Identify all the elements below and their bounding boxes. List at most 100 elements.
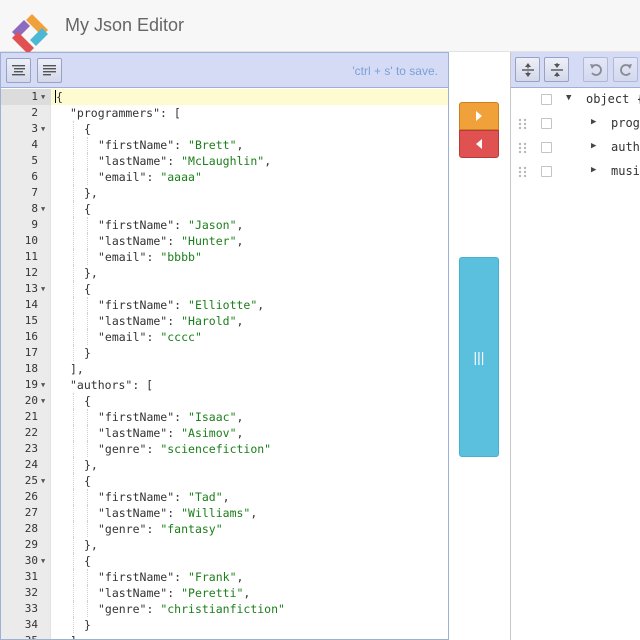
expand-all-button[interactable] bbox=[515, 57, 540, 82]
indent-guide bbox=[87, 249, 88, 265]
copy-to-tree-button[interactable] bbox=[459, 102, 499, 130]
code-content: { bbox=[84, 393, 91, 409]
tree-node-label: prog bbox=[611, 116, 640, 130]
copy-to-code-button[interactable] bbox=[459, 130, 499, 158]
expand-triangle-icon[interactable]: ▶ bbox=[591, 117, 596, 127]
line-number: 26 bbox=[24, 490, 38, 503]
drag-handle-icon[interactable] bbox=[518, 142, 528, 154]
code-line: 4 "firstName": "Brett", bbox=[1, 137, 448, 153]
code-content: "firstName": "Jason", bbox=[98, 217, 243, 233]
code-content: { bbox=[84, 121, 91, 137]
code-content: } bbox=[84, 617, 91, 633]
indent-guide bbox=[73, 185, 74, 201]
drag-handle-icon[interactable] bbox=[518, 118, 528, 130]
context-menu-button[interactable] bbox=[541, 142, 552, 153]
redo-button[interactable] bbox=[613, 57, 638, 82]
json-punctuation: : bbox=[146, 250, 161, 264]
context-menu-button[interactable] bbox=[541, 166, 552, 177]
line-number: 16 bbox=[24, 330, 38, 343]
context-menu-button[interactable] bbox=[541, 118, 552, 129]
fold-toggle-icon[interactable]: ▼ bbox=[41, 121, 49, 137]
code-line: 16 "email": "cccc" bbox=[1, 329, 448, 345]
json-punctuation: : bbox=[174, 138, 189, 152]
line-number: 17 bbox=[24, 346, 38, 359]
json-punctuation: }, bbox=[84, 458, 98, 472]
compact-button[interactable] bbox=[37, 58, 62, 83]
undo-button[interactable] bbox=[583, 57, 608, 82]
json-key: "firstName" bbox=[98, 298, 175, 312]
fold-toggle-icon[interactable]: ▼ bbox=[41, 201, 49, 217]
context-menu-button[interactable] bbox=[541, 94, 552, 105]
code-line: 21 "firstName": "Isaac", bbox=[1, 409, 448, 425]
indent-guide bbox=[73, 601, 74, 617]
json-key: "lastName" bbox=[98, 506, 168, 520]
line-number: 12 bbox=[24, 266, 38, 279]
code-line: 23 "genre": "sciencefiction" bbox=[1, 441, 448, 457]
json-string-value: "Peretti" bbox=[181, 586, 244, 600]
indent-guide bbox=[87, 425, 88, 441]
indent-guide bbox=[73, 297, 74, 313]
caret-right-icon bbox=[476, 111, 482, 121]
indent-guide bbox=[73, 521, 74, 537]
fold-toggle-icon[interactable]: ▼ bbox=[41, 393, 49, 409]
indent-guide bbox=[87, 153, 88, 169]
code-editor-toolbar: 'ctrl + s' to save. bbox=[1, 53, 448, 88]
code-content: }, bbox=[84, 537, 98, 553]
json-punctuation: { bbox=[84, 202, 91, 216]
line-number: 32 bbox=[24, 586, 38, 599]
json-key: "genre" bbox=[98, 522, 147, 536]
json-punctuation: : bbox=[146, 602, 161, 616]
indent-guide bbox=[73, 249, 74, 265]
tree-node-root[interactable]: ▼ object { bbox=[511, 88, 640, 112]
json-punctuation: , bbox=[236, 426, 244, 440]
line-number: 18 bbox=[24, 362, 38, 375]
drag-handle-icon[interactable] bbox=[518, 166, 528, 178]
tree-node[interactable]: ▶ auth bbox=[511, 136, 640, 160]
fold-toggle-icon[interactable]: ▼ bbox=[41, 89, 49, 105]
fold-toggle-icon[interactable]: ▼ bbox=[41, 281, 49, 297]
collapse-all-icon bbox=[550, 62, 563, 77]
line-number: 20 bbox=[24, 394, 38, 407]
format-button[interactable] bbox=[6, 58, 31, 83]
tree-node[interactable]: ▶ musi bbox=[511, 160, 640, 184]
indent-guide bbox=[73, 217, 74, 233]
json-key: "firstName" bbox=[98, 218, 175, 232]
json-punctuation: : [ bbox=[160, 106, 181, 120]
indent-guide bbox=[87, 233, 88, 249]
compact-icon bbox=[43, 65, 56, 76]
json-key: "lastName" bbox=[98, 586, 168, 600]
indent-guide bbox=[73, 569, 74, 585]
indent-guide bbox=[73, 489, 74, 505]
indent-guide bbox=[87, 329, 88, 345]
json-string-value: "Jason" bbox=[188, 218, 237, 232]
expand-triangle-icon[interactable]: ▶ bbox=[591, 165, 596, 175]
fold-toggle-icon[interactable]: ▼ bbox=[41, 473, 49, 489]
json-key: "firstName" bbox=[98, 138, 175, 152]
expand-triangle-icon[interactable]: ▶ bbox=[591, 141, 596, 151]
tree-node[interactable]: ▶ prog bbox=[511, 112, 640, 136]
collapse-all-button[interactable] bbox=[544, 57, 569, 82]
fold-toggle-icon[interactable]: ▼ bbox=[41, 553, 49, 569]
indent-guide bbox=[73, 505, 74, 521]
code-text-area[interactable]: 1 ▼{2 "programmers": [3 ▼{4 "firstName": "Br… bbox=[1, 89, 448, 639]
indent-guide bbox=[73, 537, 74, 553]
json-punctuation: , bbox=[236, 138, 244, 152]
json-punctuation: { bbox=[84, 394, 91, 408]
json-punctuation: , bbox=[257, 298, 265, 312]
indent-guide bbox=[87, 489, 88, 505]
collapse-triangle-icon[interactable]: ▼ bbox=[566, 93, 571, 103]
fold-toggle-icon[interactable]: ▼ bbox=[41, 377, 49, 393]
json-string-value: "sciencefiction" bbox=[160, 442, 272, 456]
undo-icon bbox=[589, 63, 602, 76]
tree-editor-toolbar bbox=[511, 52, 640, 88]
panel-splitter[interactable]: ||| bbox=[459, 257, 499, 457]
json-string-value: "christianfiction" bbox=[160, 602, 285, 616]
json-key: "email" bbox=[98, 330, 147, 344]
code-line: 7}, bbox=[1, 185, 448, 201]
code-content: "firstName": "Frank", bbox=[98, 569, 243, 585]
json-punctuation: : bbox=[174, 490, 189, 504]
json-punctuation: { bbox=[84, 554, 91, 568]
code-content: "email": "cccc" bbox=[98, 329, 202, 345]
json-punctuation: } bbox=[84, 618, 91, 632]
indent-guide bbox=[87, 313, 88, 329]
